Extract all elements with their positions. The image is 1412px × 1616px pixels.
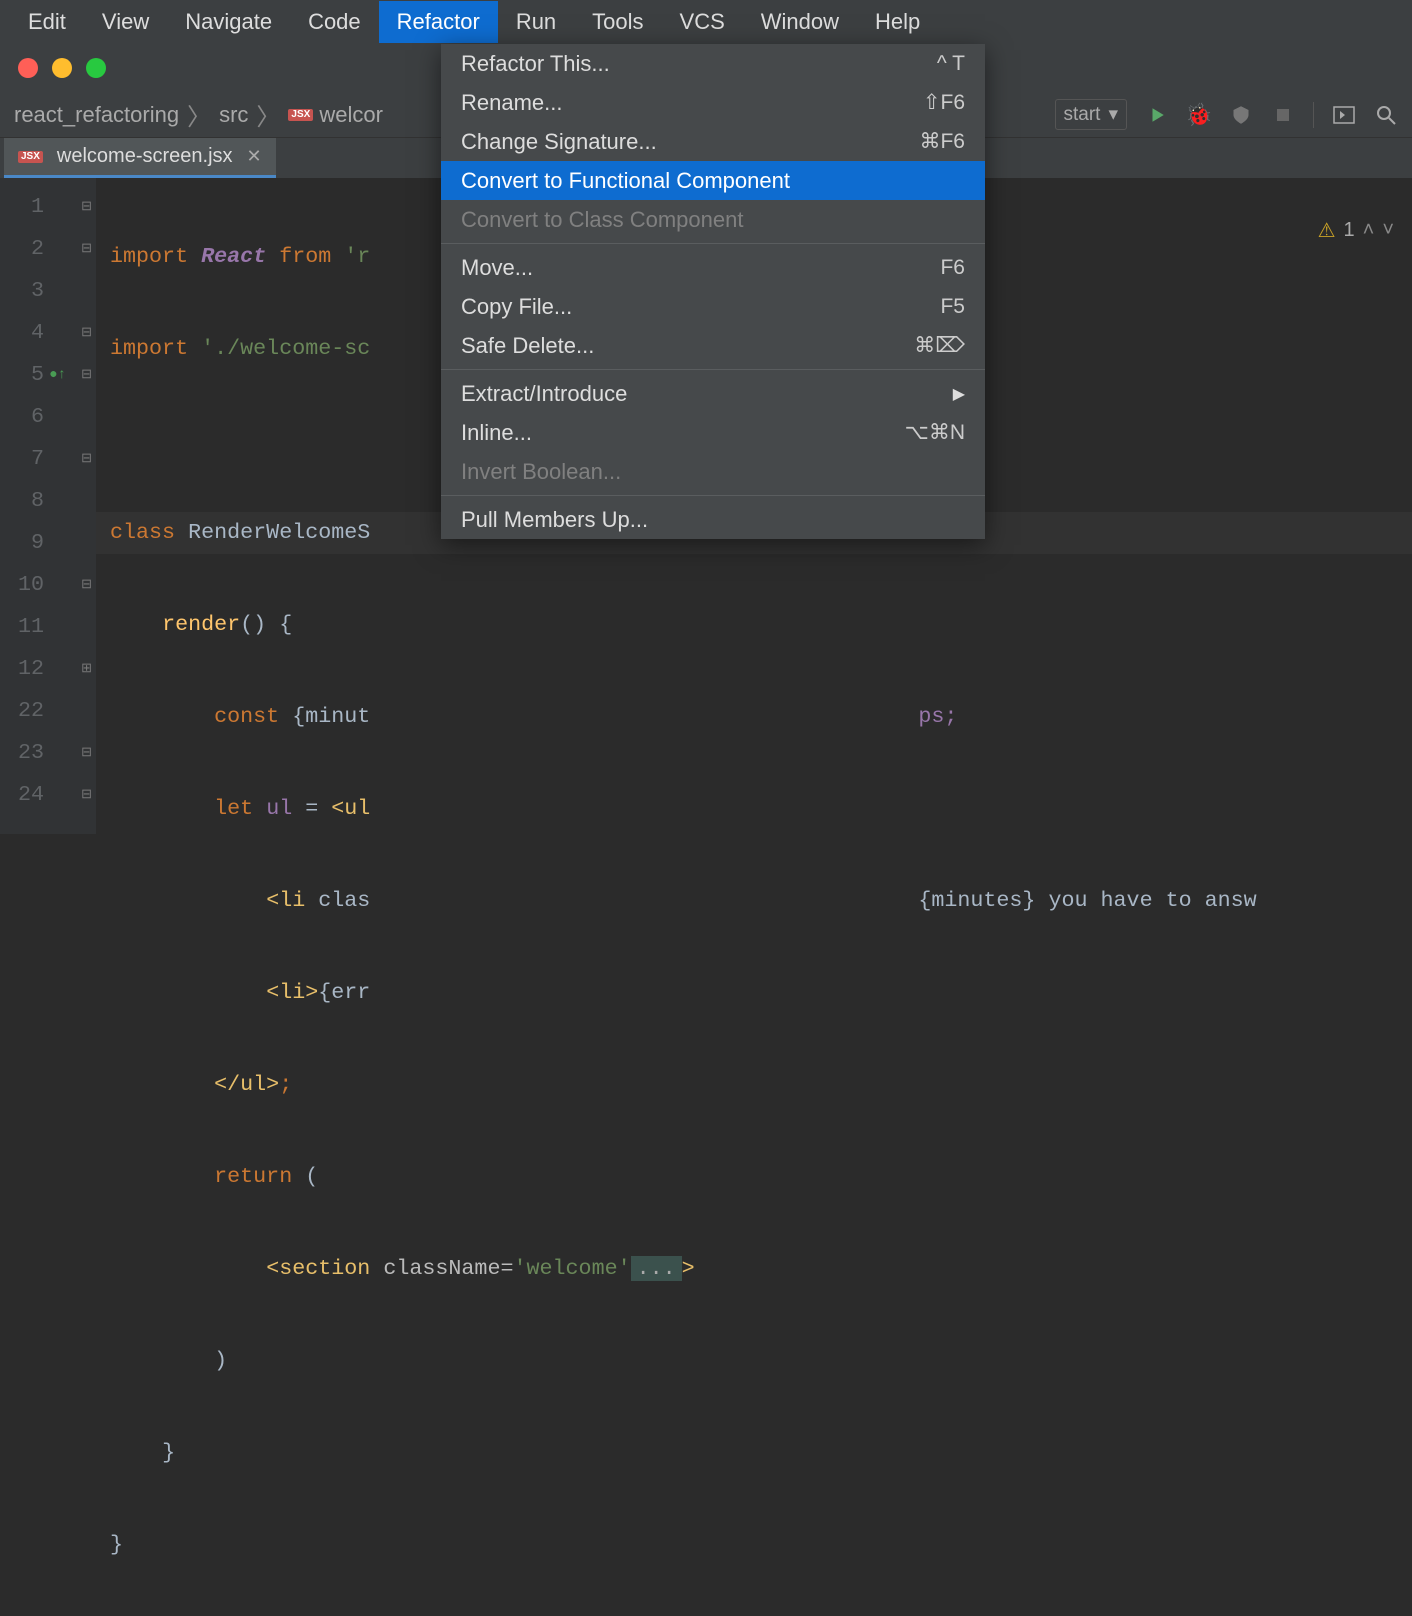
dropdown-convert-functional[interactable]: Convert to Functional Component [441, 161, 985, 200]
chevron-right-icon: 〉 [187, 97, 211, 132]
jsx-file-icon: JSX [288, 109, 313, 121]
dropdown-convert-class: Convert to Class Component [441, 200, 985, 239]
dropdown-pull-members-up[interactable]: Pull Members Up... [441, 500, 985, 539]
code-fold-placeholder[interactable]: ... [631, 1256, 682, 1281]
dropdown-separator [441, 369, 985, 370]
breadcrumb: react_refactoring 〉 src 〉 JSX welcor [14, 97, 383, 132]
jsx-file-icon: JSX [18, 151, 43, 163]
fold-icon[interactable]: ⊟ [81, 438, 92, 480]
dropdown-change-signature[interactable]: Change Signature...⌘F6 [441, 122, 985, 161]
line-number: 6 [0, 396, 96, 438]
line-number: 24⊟ [0, 774, 96, 816]
run-config-label: start [1064, 104, 1101, 126]
line-number: 5●↑⊟ [0, 354, 96, 396]
line-number: 10⊟ [0, 564, 96, 606]
fold-icon[interactable]: ⊞ [81, 648, 92, 690]
fold-icon[interactable]: ⊟ [81, 186, 92, 228]
line-number: 1⊟ [0, 186, 96, 228]
gutter: 1⊟ 2⊟ 3 4⊟ 5●↑⊟ 6 7⊟ 8 9 10⊟ 11 12⊞ 22 2… [0, 178, 96, 834]
dropdown-safe-delete[interactable]: Safe Delete...⌘⌦ [441, 326, 985, 365]
chevron-right-icon: 〉 [256, 97, 280, 132]
menubar: Edit View Navigate Code Refactor Run Too… [0, 0, 1412, 44]
line-number: 8 [0, 480, 96, 522]
next-problem-icon[interactable]: ˅ [1382, 219, 1394, 242]
coverage-button[interactable] [1229, 103, 1253, 127]
fold-icon[interactable]: ⊟ [81, 354, 92, 396]
menu-edit[interactable]: Edit [10, 1, 84, 43]
breadcrumb-folder[interactable]: src [219, 102, 248, 128]
override-marker-icon[interactable]: ●↑ [49, 354, 66, 396]
line-number: 4⊟ [0, 312, 96, 354]
warning-count: 1 [1344, 219, 1355, 242]
breadcrumb-project[interactable]: react_refactoring [14, 102, 179, 128]
line-number: 7⊟ [0, 438, 96, 480]
warning-icon: ⚠ [1318, 218, 1336, 243]
editor-problems-status[interactable]: ⚠ 1 ˄ ˅ [1318, 218, 1394, 243]
menu-view[interactable]: View [84, 1, 167, 43]
menu-navigate[interactable]: Navigate [167, 1, 290, 43]
toolbar-separator [1313, 102, 1314, 128]
fold-icon[interactable]: ⊟ [81, 774, 92, 816]
line-number: 2⊟ [0, 228, 96, 270]
menu-run[interactable]: Run [498, 1, 574, 43]
dropdown-rename[interactable]: Rename...⇧F6 [441, 83, 985, 122]
dropdown-invert-boolean: Invert Boolean... [441, 452, 985, 491]
fold-icon[interactable]: ⊟ [81, 564, 92, 606]
breadcrumb-file[interactable]: welcor [319, 102, 383, 128]
dropdown-inline[interactable]: Inline...⌥⌘N [441, 413, 985, 452]
run-config-selector[interactable]: start ▾ [1055, 99, 1128, 130]
dropdown-refactor-this[interactable]: Refactor This...^ T [441, 44, 985, 83]
line-number: 11 [0, 606, 96, 648]
menu-code[interactable]: Code [290, 1, 379, 43]
tab-welcome-screen[interactable]: JSX welcome-screen.jsx ✕ [4, 138, 276, 178]
dropdown-move[interactable]: Move...F6 [441, 248, 985, 287]
submenu-arrow-icon: ▶ [953, 384, 965, 404]
line-number: 3 [0, 270, 96, 312]
fold-icon[interactable]: ⊟ [81, 312, 92, 354]
stop-button[interactable] [1271, 103, 1295, 127]
tab-label: welcome-screen.jsx [57, 145, 233, 168]
menu-refactor[interactable]: Refactor [379, 1, 498, 43]
menu-tools[interactable]: Tools [574, 1, 661, 43]
dropdown-separator [441, 495, 985, 496]
line-number: 12⊞ [0, 648, 96, 690]
fold-icon[interactable]: ⊟ [81, 732, 92, 774]
dropdown-separator [441, 243, 985, 244]
run-anything-button[interactable] [1332, 103, 1356, 127]
prev-problem-icon[interactable]: ˄ [1363, 219, 1375, 242]
line-number: 23⊟ [0, 732, 96, 774]
dropdown-copy-file[interactable]: Copy File...F5 [441, 287, 985, 326]
menu-window[interactable]: Window [743, 1, 857, 43]
menu-help[interactable]: Help [857, 1, 938, 43]
refactor-dropdown: Refactor This...^ T Rename...⇧F6 Change … [441, 44, 985, 539]
dropdown-extract-introduce[interactable]: Extract/Introduce▶ [441, 374, 985, 413]
run-button[interactable] [1145, 103, 1169, 127]
menu-vcs[interactable]: VCS [662, 1, 743, 43]
window-close-button[interactable] [18, 58, 38, 78]
fold-icon[interactable]: ⊟ [81, 228, 92, 270]
debug-button[interactable]: 🐞 [1187, 103, 1211, 127]
close-icon[interactable]: ✕ [247, 146, 262, 167]
line-number: 22 [0, 690, 96, 732]
chevron-down-icon: ▾ [1108, 103, 1118, 126]
window-maximize-button[interactable] [86, 58, 106, 78]
line-number: 9 [0, 522, 96, 564]
window-minimize-button[interactable] [52, 58, 72, 78]
search-everywhere-button[interactable] [1374, 103, 1398, 127]
